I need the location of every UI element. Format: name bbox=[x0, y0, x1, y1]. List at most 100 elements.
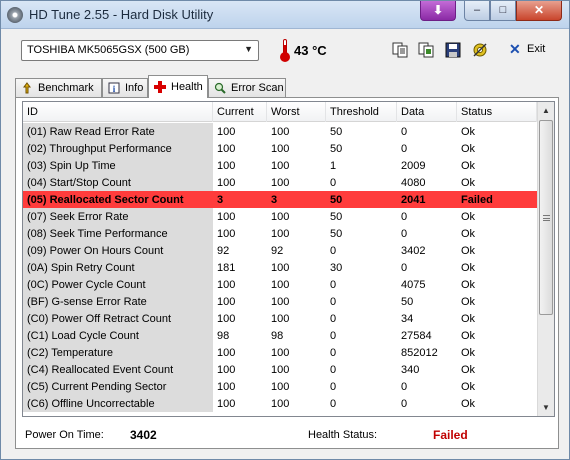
table-row[interactable]: (0A) Spin Retry Count 181 100 30 0 Ok bbox=[23, 259, 537, 276]
table-header: ID Current Worst Threshold Data Status bbox=[23, 102, 537, 122]
attribute-id: (02) Throughput Performance bbox=[23, 140, 213, 157]
table-row[interactable]: (C6) Offline Uncorrectable 100 100 0 0 Ok bbox=[23, 395, 537, 412]
vertical-scrollbar[interactable]: ▲ ▼ bbox=[537, 102, 554, 416]
attribute-id: (C0) Power Off Retract Count bbox=[23, 310, 213, 327]
health-panel: ID Current Worst Threshold Data Status (… bbox=[15, 97, 559, 449]
worst-value: 100 bbox=[271, 347, 290, 359]
worst-value: 3 bbox=[271, 194, 278, 206]
tab-health[interactable]: Health bbox=[148, 75, 208, 98]
worst-value: 100 bbox=[271, 313, 290, 325]
status-value: Ok bbox=[461, 177, 476, 189]
title-bar[interactable]: HD Tune 2.55 - Hard Disk Utility ⬇ – □ ✕ bbox=[1, 1, 569, 29]
worst-value: 100 bbox=[271, 177, 290, 189]
current-value: 100 bbox=[217, 177, 236, 189]
attribute-id: (C5) Current Pending Sector bbox=[23, 378, 213, 395]
table-row[interactable]: (03) Spin Up Time 100 100 1 2009 Ok bbox=[23, 157, 537, 174]
tab-info[interactable]: i Info bbox=[102, 78, 148, 97]
data-value: 2041 bbox=[401, 194, 426, 206]
column-header-current[interactable]: Current bbox=[213, 102, 267, 122]
copy-text-icon[interactable] bbox=[391, 41, 409, 59]
current-value: 3 bbox=[217, 194, 224, 206]
drive-select[interactable]: TOSHIBA MK5065GSX (500 GB) ▼ bbox=[21, 40, 259, 61]
threshold-value: 0 bbox=[330, 245, 337, 257]
status-value: Ok bbox=[461, 262, 476, 274]
options-icon[interactable] bbox=[471, 41, 489, 59]
app-window: HD Tune 2.55 - Hard Disk Utility ⬇ – □ ✕… bbox=[0, 0, 570, 460]
close-button[interactable]: ✕ bbox=[516, 1, 562, 21]
maximize-icon: □ bbox=[499, 4, 507, 16]
status-value: Ok bbox=[461, 364, 476, 376]
table-row[interactable]: (01) Raw Read Error Rate 100 100 50 0 Ok bbox=[23, 123, 537, 140]
column-header-id[interactable]: ID bbox=[23, 102, 213, 122]
current-value: 100 bbox=[217, 381, 236, 393]
attribute-id: (C6) Offline Uncorrectable bbox=[23, 395, 213, 412]
worst-value: 92 bbox=[271, 245, 284, 257]
data-value: 0 bbox=[401, 398, 408, 410]
toolbar: TOSHIBA MK5065GSX (500 GB) ▼ 43 °C ✕ Exi… bbox=[1, 30, 569, 74]
smart-attributes-table: ID Current Worst Threshold Data Status (… bbox=[22, 101, 555, 417]
current-value: 92 bbox=[217, 245, 230, 257]
scroll-down-icon[interactable]: ▼ bbox=[538, 399, 554, 416]
data-value: 0 bbox=[401, 126, 408, 138]
data-value: 0 bbox=[401, 262, 408, 274]
data-value: 27584 bbox=[401, 330, 432, 342]
exit-button[interactable]: ✕ Exit bbox=[503, 39, 553, 61]
table-row[interactable]: (C2) Temperature 100 100 0 852012 Ok bbox=[23, 344, 537, 361]
table-row[interactable]: (C1) Load Cycle Count 98 98 0 27584 Ok bbox=[23, 327, 537, 344]
minimize-button[interactable]: – bbox=[464, 1, 490, 21]
status-value: Ok bbox=[461, 279, 476, 291]
threshold-value: 0 bbox=[330, 347, 337, 359]
status-value: Ok bbox=[461, 347, 476, 359]
table-row[interactable]: (08) Seek Time Performance 100 100 50 0 Ok bbox=[23, 225, 537, 242]
status-value: Ok bbox=[461, 381, 476, 393]
attribute-id: (03) Spin Up Time bbox=[23, 157, 213, 174]
table-row[interactable]: (04) Start/Stop Count 100 100 0 4080 Ok bbox=[23, 174, 537, 191]
current-value: 100 bbox=[217, 279, 236, 291]
data-value: 0 bbox=[401, 143, 408, 155]
column-header-status[interactable]: Status bbox=[457, 102, 537, 122]
data-value: 852012 bbox=[401, 347, 438, 359]
scrollbar-thumb[interactable] bbox=[539, 120, 553, 315]
copy-screenshot-icon[interactable] bbox=[417, 41, 435, 59]
current-value: 100 bbox=[217, 211, 236, 223]
worst-value: 100 bbox=[271, 296, 290, 308]
threshold-value: 50 bbox=[330, 126, 343, 138]
current-value: 100 bbox=[217, 364, 236, 376]
attribute-id: (BF) G-sense Error Rate bbox=[23, 293, 213, 310]
column-header-threshold[interactable]: Threshold bbox=[326, 102, 397, 122]
status-value: Ok bbox=[461, 211, 476, 223]
threshold-value: 0 bbox=[330, 398, 337, 410]
table-row[interactable]: (02) Throughput Performance 100 100 50 0 Ok bbox=[23, 140, 537, 157]
threshold-value: 50 bbox=[330, 143, 343, 155]
exit-label: Exit bbox=[527, 43, 546, 55]
attribute-id: (05) Reallocated Sector Count bbox=[27, 194, 184, 206]
table-row[interactable]: (0C) Power Cycle Count 100 100 0 4075 Ok bbox=[23, 276, 537, 293]
table-row[interactable]: (BF) G-sense Error Rate 100 100 0 50 Ok bbox=[23, 293, 537, 310]
table-row[interactable]: (05) Reallocated Sector Count 3 3 50 2041 Fai… bbox=[23, 191, 537, 208]
worst-value: 100 bbox=[271, 126, 290, 138]
close-icon: ✕ bbox=[533, 3, 545, 17]
table-row[interactable]: (C0) Power Off Retract Count 100 100 0 34 Ok bbox=[23, 310, 537, 327]
window-title: HD Tune 2.55 - Hard Disk Utility bbox=[29, 7, 214, 22]
column-header-data[interactable]: Data bbox=[397, 102, 457, 122]
worst-value: 100 bbox=[271, 262, 290, 274]
attribute-id: (04) Start/Stop Count bbox=[23, 174, 213, 191]
table-row[interactable]: (C5) Current Pending Sector 100 100 0 0 Ok bbox=[23, 378, 537, 395]
tab-bar: Benchmark i Info Health Error Scan bbox=[15, 75, 555, 98]
maximize-button[interactable]: □ bbox=[490, 1, 516, 21]
table-row[interactable]: (09) Power On Hours Count 92 92 0 3402 Ok bbox=[23, 242, 537, 259]
scroll-up-icon[interactable]: ▲ bbox=[538, 102, 554, 119]
threshold-value: 0 bbox=[330, 279, 337, 291]
tab-label: Benchmark bbox=[38, 82, 94, 94]
tab-error-scan[interactable]: Error Scan bbox=[208, 78, 286, 97]
table-row[interactable]: (C4) Reallocated Event Count 100 100 0 340 Ok bbox=[23, 361, 537, 378]
tab-benchmark[interactable]: Benchmark bbox=[15, 78, 102, 97]
current-value: 100 bbox=[217, 313, 236, 325]
column-header-worst[interactable]: Worst bbox=[267, 102, 326, 122]
benchmark-icon bbox=[23, 82, 31, 94]
download-button[interactable]: ⬇ bbox=[420, 1, 456, 21]
save-icon[interactable] bbox=[444, 41, 462, 59]
attribute-id: (C4) Reallocated Event Count bbox=[23, 361, 213, 378]
threshold-value: 50 bbox=[330, 194, 343, 206]
table-row[interactable]: (07) Seek Error Rate 100 100 50 0 Ok bbox=[23, 208, 537, 225]
